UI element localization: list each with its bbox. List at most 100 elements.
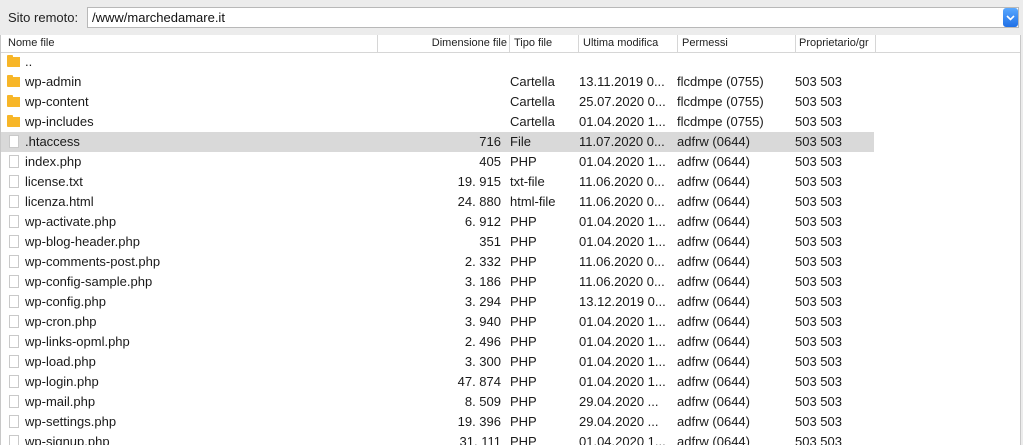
table-row[interactable]: wp-content Cartella 25.07.2020 0... flcdmpe… xyxy=(1,92,1020,112)
table-row[interactable]: wp-config.php 3. 294 PHP 13.12.2019 0... adf… xyxy=(1,292,1020,312)
last-modified: 01.04.2020 1... xyxy=(579,374,666,389)
last-modified: 01.04.2020 1... xyxy=(579,334,666,349)
table-row[interactable]: .. xyxy=(1,52,1020,72)
file-name: wp-blog-header.php xyxy=(25,234,140,249)
table-row[interactable]: wp-comments-post.php 2. 332 PHP 11.06.2020 … xyxy=(1,252,1020,272)
folder-icon xyxy=(7,115,20,127)
last-modified: 29.04.2020 ... xyxy=(579,414,659,429)
file-type: PHP xyxy=(510,394,537,409)
permissions: adfrw (0644) xyxy=(677,254,750,269)
remote-path-combobox[interactable]: /www/marchedamare.it xyxy=(87,7,1019,28)
permissions: flcdmpe (0755) xyxy=(677,114,764,129)
table-row[interactable]: .htaccess 716 File 11.07.2020 0... adfrw (06… xyxy=(1,132,1020,152)
file-icon xyxy=(9,415,19,428)
table-row[interactable]: license.txt 19. 915 txt-file 11.06.2020 0..… xyxy=(1,172,1020,192)
remote-path-input[interactable]: /www/marchedamare.it xyxy=(92,10,225,25)
file-icon xyxy=(9,395,19,408)
file-type: Cartella xyxy=(510,94,555,109)
file-name: wp-settings.php xyxy=(25,414,117,429)
file-type: Cartella xyxy=(510,74,555,89)
chevron-down-icon[interactable] xyxy=(1003,8,1018,27)
file-type: PHP xyxy=(510,414,537,429)
table-row[interactable]: wp-includes Cartella 01.04.2020 1... flcdmp… xyxy=(1,112,1020,132)
table-row[interactable]: wp-login.php 47. 874 PHP 01.04.2020 1... adf… xyxy=(1,372,1020,392)
last-modified: 01.04.2020 1... xyxy=(579,114,666,129)
file-type: File xyxy=(510,134,531,149)
last-modified: 25.07.2020 0... xyxy=(579,94,666,109)
file-icon xyxy=(9,195,19,208)
last-modified: 01.04.2020 1... xyxy=(579,214,666,229)
file-size: 3. 186 xyxy=(464,274,501,289)
file-type: PHP xyxy=(510,374,537,389)
table-row[interactable]: wp-settings.php 19. 396 PHP 29.04.2020 ... a… xyxy=(1,412,1020,432)
owner-group: 503 503 xyxy=(795,434,842,445)
table-row[interactable]: wp-signup.php 31. 111 PHP 01.04.2020 1... ad… xyxy=(1,432,1020,445)
file-type: PHP xyxy=(510,314,537,329)
file-size: 351 xyxy=(479,234,501,249)
last-modified: 11.06.2020 0... xyxy=(579,174,665,189)
file-name: .htaccess xyxy=(25,134,80,149)
file-icon xyxy=(9,175,19,188)
table-row[interactable]: wp-config-sample.php 3. 186 PHP 11.06.2020 … xyxy=(1,272,1020,292)
permissions: adfrw (0644) xyxy=(677,154,750,169)
owner-group: 503 503 xyxy=(795,214,842,229)
owner-group: 503 503 xyxy=(795,74,842,89)
permissions: adfrw (0644) xyxy=(677,434,750,445)
permissions xyxy=(677,52,791,72)
file-name: wp-load.php xyxy=(25,354,96,369)
owner-group: 503 503 xyxy=(795,194,842,209)
file-name: wp-includes xyxy=(25,114,94,129)
column-header-size[interactable]: Dimensione file xyxy=(377,35,509,52)
owner-group: 503 503 xyxy=(795,294,842,309)
file-icon xyxy=(9,135,19,148)
file-size: 3. 294 xyxy=(464,294,501,309)
table-row[interactable]: licenza.html 24. 880 html-file 11.06.2020 0… xyxy=(1,192,1020,212)
file-size: 31. 111 xyxy=(459,434,501,445)
row-icon-cell xyxy=(4,292,20,312)
permissions: adfrw (0644) xyxy=(677,414,750,429)
owner-group: 503 503 xyxy=(795,274,842,289)
table-row[interactable]: wp-cron.php 3. 940 PHP 01.04.2020 1... adfrw… xyxy=(1,312,1020,332)
table-row[interactable]: wp-admin Cartella 13.11.2019 0... flcdmpe (… xyxy=(1,72,1020,92)
last-modified: 11.06.2020 0... xyxy=(579,254,665,269)
file-size: 2. 332 xyxy=(464,254,501,269)
owner-group: 503 503 xyxy=(795,234,842,249)
owner-group: 503 503 xyxy=(795,94,842,109)
file-icon xyxy=(9,215,19,228)
column-header-name[interactable]: Nome file xyxy=(8,35,378,52)
column-header-size-label: Dimensione file xyxy=(431,37,507,49)
last-modified: 29.04.2020 ... xyxy=(579,394,659,409)
file-type: PHP xyxy=(510,294,537,309)
table-row[interactable]: wp-load.php 3. 300 PHP 01.04.2020 1... adfrw… xyxy=(1,352,1020,372)
last-modified: 01.04.2020 1... xyxy=(579,354,666,369)
file-name: wp-mail.php xyxy=(25,394,96,409)
row-icon-cell xyxy=(4,272,20,292)
file-type: PHP xyxy=(510,234,537,249)
owner-group: 503 503 xyxy=(795,354,842,369)
permissions: adfrw (0644) xyxy=(677,194,750,209)
file-type: PHP xyxy=(510,354,537,369)
table-row[interactable]: wp-mail.php 8. 509 PHP 29.04.2020 ... adfrw … xyxy=(1,392,1020,412)
file-name: wp-comments-post.php xyxy=(25,254,161,269)
owner-group: 503 503 xyxy=(795,414,842,429)
permissions: adfrw (0644) xyxy=(677,394,750,409)
table-row[interactable]: wp-links-opml.php 2. 496 PHP 01.04.2020 1..… xyxy=(1,332,1020,352)
file-icon xyxy=(9,315,19,328)
file-name: wp-config.php xyxy=(25,294,106,309)
file-icon xyxy=(9,335,19,348)
column-header-name-label: Nome file xyxy=(8,37,55,49)
table-row[interactable]: index.php 405 PHP 01.04.2020 1... adfrw (064… xyxy=(1,152,1020,172)
row-icon-cell xyxy=(4,352,20,372)
file-icon xyxy=(9,435,19,445)
column-header-owner[interactable]: Proprietario/gr xyxy=(795,35,875,52)
row-icon-cell xyxy=(4,412,20,432)
remote-file-list[interactable]: Nome file Dimensione file Tipo file Ulti… xyxy=(0,35,1021,445)
file-name: wp-admin xyxy=(25,74,82,89)
table-row[interactable]: wp-activate.php 6. 912 PHP 01.04.2020 1... a… xyxy=(1,212,1020,232)
column-header-permissions[interactable]: Permessi xyxy=(677,35,795,52)
column-header-type[interactable]: Tipo file xyxy=(509,35,578,52)
row-icon-cell xyxy=(4,112,20,132)
column-header-modified[interactable]: Ultima modifica xyxy=(578,35,677,52)
table-row[interactable]: wp-blog-header.php 351 PHP 01.04.2020 1... a… xyxy=(1,232,1020,252)
file-size: 405 xyxy=(479,154,501,169)
